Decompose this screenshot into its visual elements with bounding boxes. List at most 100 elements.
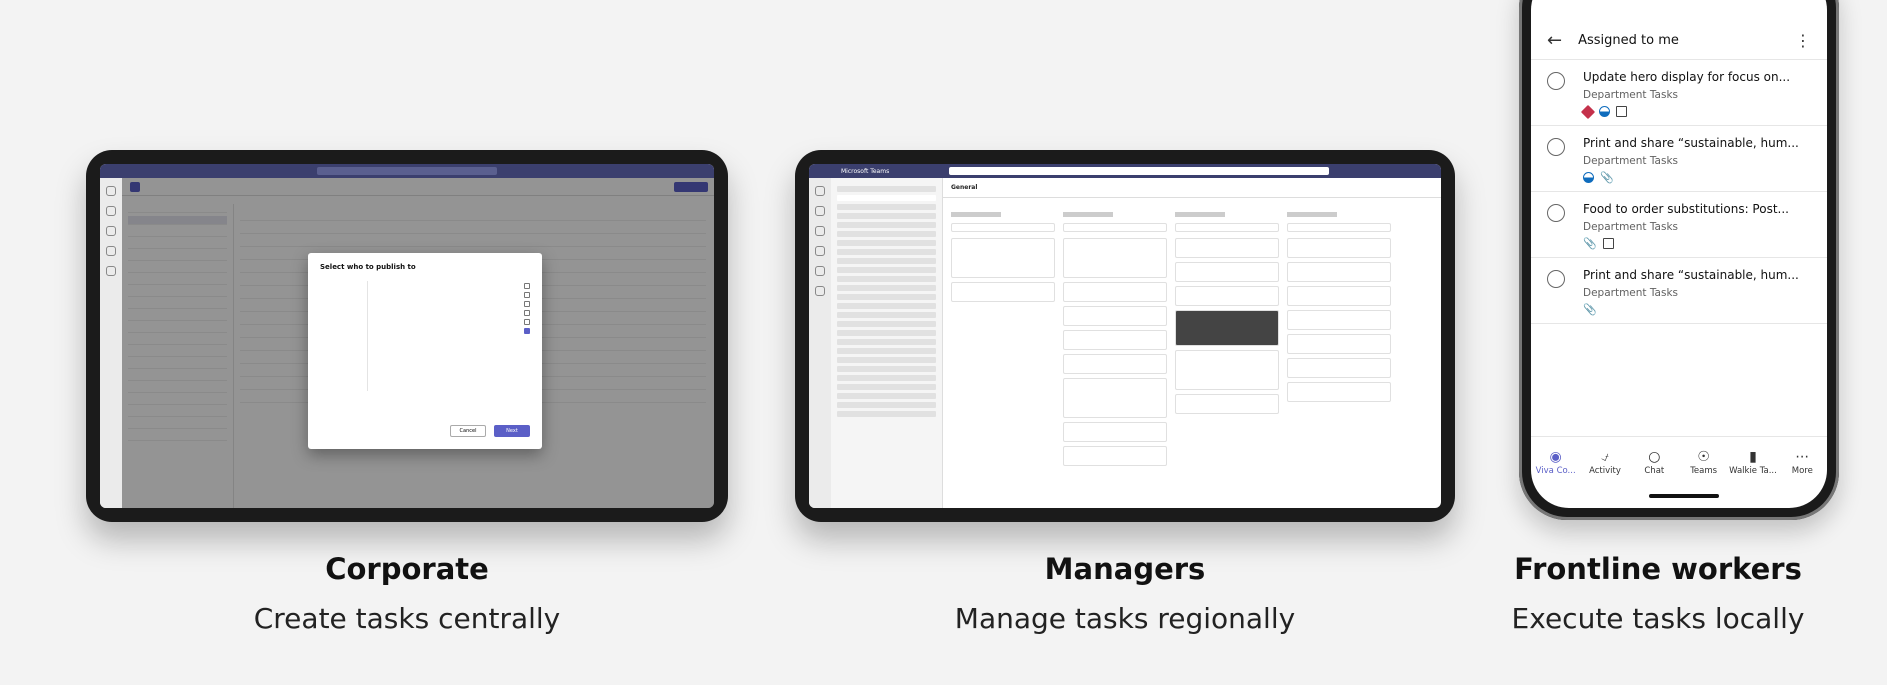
task-card[interactable] [951, 282, 1055, 302]
add-task-button[interactable] [1287, 223, 1391, 232]
list-item[interactable] [837, 321, 936, 327]
checkbox[interactable] [524, 282, 530, 289]
complete-checkbox[interactable] [1547, 72, 1565, 90]
teams-icon[interactable] [815, 226, 825, 236]
team-row[interactable] [374, 317, 530, 326]
chat-icon[interactable] [815, 206, 825, 216]
task-card[interactable] [1175, 262, 1279, 282]
task-card[interactable] [1063, 330, 1167, 350]
list-item[interactable] [837, 330, 936, 336]
task-item[interactable]: Print and share “sustainable, hum... Dep… [1531, 258, 1827, 324]
list-item[interactable] [837, 249, 936, 255]
task-card[interactable] [1175, 394, 1279, 414]
task-card[interactable] [1063, 354, 1167, 374]
add-task-button[interactable] [1175, 223, 1279, 232]
task-card[interactable] [1175, 350, 1279, 390]
nav-label: Viva Co... [1535, 466, 1576, 476]
list-item[interactable] [837, 384, 936, 390]
list-item[interactable] [837, 348, 936, 354]
list-item[interactable] [837, 393, 936, 399]
checkbox-checked[interactable] [524, 327, 530, 334]
task-item[interactable]: Print and share “sustainable, hum... Dep… [1531, 126, 1827, 192]
list-item[interactable] [837, 195, 936, 201]
cancel-button[interactable]: Cancel [450, 425, 486, 437]
task-card[interactable] [1175, 286, 1279, 306]
task-card[interactable] [1287, 334, 1391, 354]
checkbox[interactable] [524, 309, 530, 316]
task-item[interactable]: Update hero display for focus on... Depa… [1531, 60, 1827, 126]
add-task-button[interactable] [951, 223, 1055, 232]
list-item[interactable] [837, 411, 936, 417]
list-item[interactable] [837, 204, 936, 210]
task-item[interactable]: Food to order substitutions: Post... Dep… [1531, 192, 1827, 258]
nav-activity[interactable]: ⍻ Activity [1581, 448, 1629, 476]
chat-icon[interactable] [106, 206, 116, 216]
teams-icon[interactable] [106, 226, 116, 236]
list-item[interactable] [837, 267, 936, 273]
nav-walkie-talkie[interactable]: ▮ Walkie Ta... [1729, 448, 1777, 476]
search-box[interactable] [949, 167, 1330, 175]
list-item[interactable] [837, 213, 936, 219]
complete-checkbox[interactable] [1547, 138, 1565, 156]
task-card[interactable] [1063, 282, 1167, 302]
filters-column [320, 281, 368, 391]
nav-viva-connections[interactable]: ◉ Viva Co... [1532, 448, 1580, 476]
add-task-button[interactable] [1063, 223, 1167, 232]
team-row[interactable] [374, 299, 530, 308]
more-options-icon[interactable]: ⋮ [1795, 31, 1811, 50]
list-item[interactable] [837, 285, 936, 291]
team-row[interactable] [374, 290, 530, 299]
task-card[interactable] [1287, 286, 1391, 306]
task-card[interactable] [1287, 358, 1391, 378]
list-item[interactable] [837, 339, 936, 345]
list-item[interactable] [837, 186, 936, 192]
tasks-icon[interactable] [815, 246, 825, 256]
task-card[interactable] [1287, 238, 1391, 258]
list-item[interactable] [837, 240, 936, 246]
team-row[interactable] [374, 326, 530, 335]
task-card[interactable] [1287, 262, 1391, 282]
activity-icon[interactable] [815, 186, 825, 196]
shifts-icon[interactable] [106, 266, 116, 276]
nav-chat[interactable]: ○ Chat [1630, 448, 1678, 476]
task-card-image[interactable] [1175, 310, 1279, 346]
back-arrow-icon[interactable]: ← [1547, 30, 1562, 51]
team-row[interactable] [374, 281, 530, 290]
team-row[interactable] [374, 308, 530, 317]
nav-more[interactable]: ⋯ More [1778, 448, 1826, 476]
list-item[interactable] [837, 303, 936, 309]
search-box[interactable] [317, 167, 497, 175]
shifts-icon[interactable] [815, 266, 825, 276]
task-card[interactable] [1063, 422, 1167, 442]
complete-checkbox[interactable] [1547, 204, 1565, 222]
task-card[interactable] [1063, 238, 1167, 278]
app-rail [809, 178, 831, 508]
nav-label: Activity [1589, 466, 1621, 476]
list-item[interactable] [837, 231, 936, 237]
calendar-icon[interactable] [815, 286, 825, 296]
list-item[interactable] [837, 258, 936, 264]
checkbox[interactable] [524, 300, 530, 307]
task-card[interactable] [1287, 382, 1391, 402]
complete-checkbox[interactable] [1547, 270, 1565, 288]
list-item[interactable] [837, 222, 936, 228]
list-item[interactable] [837, 294, 936, 300]
task-card[interactable] [951, 238, 1055, 278]
task-card[interactable] [1175, 238, 1279, 258]
tasks-icon[interactable] [106, 246, 116, 256]
checkbox[interactable] [524, 318, 530, 325]
task-card[interactable] [1287, 310, 1391, 330]
task-card[interactable] [1063, 446, 1167, 466]
checkbox[interactable] [524, 291, 530, 298]
task-card[interactable] [1063, 378, 1167, 418]
next-button[interactable]: Next [494, 425, 530, 437]
list-item[interactable] [837, 357, 936, 363]
task-card[interactable] [1063, 306, 1167, 326]
list-item[interactable] [837, 402, 936, 408]
nav-teams[interactable]: ☉ Teams [1680, 448, 1728, 476]
list-item[interactable] [837, 276, 936, 282]
list-item[interactable] [837, 366, 936, 372]
activity-icon[interactable] [106, 186, 116, 196]
list-item[interactable] [837, 375, 936, 381]
list-item[interactable] [837, 312, 936, 318]
